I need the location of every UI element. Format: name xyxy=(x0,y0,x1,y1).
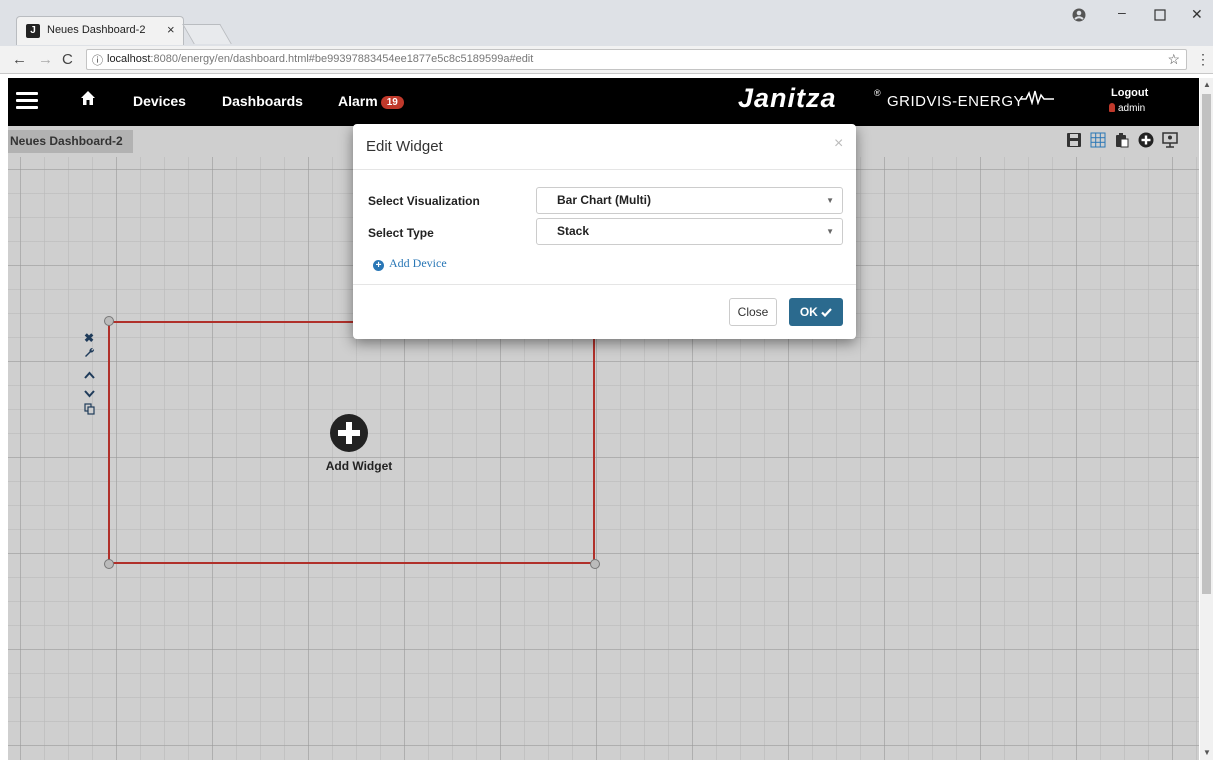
favicon-icon: J xyxy=(26,24,40,38)
add-device-label: Add Device xyxy=(389,256,447,270)
home-icon[interactable] xyxy=(80,90,96,111)
tab-close-icon[interactable]: × xyxy=(167,22,175,37)
browser-tab[interactable]: J Neues Dashboard-2 × xyxy=(16,16,184,45)
checkmark-icon xyxy=(821,308,832,318)
move-up-icon[interactable] xyxy=(84,368,95,382)
minimize-icon[interactable]: – xyxy=(1118,4,1126,20)
page-scrollbar[interactable]: ▲ ▼ xyxy=(1200,78,1213,760)
dashboard-tab[interactable]: Neues Dashboard-2 xyxy=(8,130,133,153)
url-host: localhost xyxy=(107,53,151,65)
save-icon[interactable] xyxy=(1066,132,1082,148)
brand-product-name: GRIDVIS-ENERGY xyxy=(887,93,1025,110)
ok-label: OK xyxy=(799,305,818,319)
visualization-value: Bar Chart (Multi) xyxy=(557,193,651,207)
add-device-link[interactable]: + Add Device xyxy=(373,256,447,271)
visualization-label: Select Visualization xyxy=(368,194,480,208)
scroll-thumb[interactable] xyxy=(1202,94,1211,594)
user-name: admin xyxy=(1118,103,1146,114)
modal-footer: Close OK xyxy=(353,284,856,339)
presentation-icon[interactable] xyxy=(1162,132,1178,148)
copy-widget-icon[interactable] xyxy=(84,403,95,418)
nav-devices[interactable]: Devices xyxy=(133,93,186,109)
pulse-icon xyxy=(1020,90,1054,105)
plus-circle-icon: + xyxy=(373,260,384,271)
close-button[interactable]: Close xyxy=(729,298,777,326)
url-input[interactable]: ⓘ localhost:8080/energy/en/dashboard.htm… xyxy=(86,49,1187,70)
nav-alarm-label: Alarm xyxy=(338,93,378,109)
visualization-select[interactable]: Bar Chart (Multi) ▼ xyxy=(536,187,843,214)
chevron-down-icon: ▼ xyxy=(826,196,834,205)
url-path: :8080/energy/en/dashboard.html#be9939788… xyxy=(150,53,534,65)
tab-title: Neues Dashboard-2 xyxy=(47,24,146,36)
resize-handle-bottom-right[interactable] xyxy=(590,559,600,569)
new-tab-button[interactable] xyxy=(182,24,232,44)
url-text: localhost:8080/energy/en/dashboard.html#… xyxy=(107,53,533,65)
add-widget-label[interactable]: Add Widget xyxy=(305,459,413,473)
account-icon[interactable] xyxy=(1072,8,1086,25)
type-label: Select Type xyxy=(368,226,434,240)
modal-title: Edit Widget xyxy=(366,138,443,155)
logout-link[interactable]: Logout xyxy=(1111,87,1148,99)
browser-titlebar: J Neues Dashboard-2 × – ✕ xyxy=(0,0,1213,46)
wrench-icon[interactable] xyxy=(84,347,95,361)
chevron-down-icon: ▼ xyxy=(826,227,834,236)
back-arrow-icon[interactable]: ← xyxy=(12,51,27,68)
window-close-icon[interactable]: ✕ xyxy=(1191,6,1203,23)
reload-icon[interactable]: C xyxy=(62,51,73,68)
modal-close-icon[interactable]: × xyxy=(834,135,843,153)
clipboard-icon[interactable] xyxy=(1114,132,1130,148)
address-bar-row: ← → C ⓘ localhost:8080/energy/en/dashboa… xyxy=(0,46,1213,74)
scroll-up-icon[interactable]: ▲ xyxy=(1203,80,1211,89)
forward-arrow-icon[interactable]: → xyxy=(38,51,53,68)
remove-widget-icon[interactable]: ✖ xyxy=(84,331,94,345)
scroll-down-icon[interactable]: ▼ xyxy=(1203,748,1211,757)
move-down-icon[interactable] xyxy=(84,387,95,401)
resize-handle-top-left[interactable] xyxy=(104,316,114,326)
brand-logo: Janitza xyxy=(738,83,837,113)
alarm-count-badge: 19 xyxy=(380,96,404,109)
star-icon[interactable]: ☆ xyxy=(1167,51,1180,68)
resize-handle-bottom-left[interactable] xyxy=(104,559,114,569)
edit-widget-modal: Edit Widget × Select Visualization Bar C… xyxy=(353,124,856,339)
ok-button[interactable]: OK xyxy=(789,298,843,326)
info-icon[interactable]: ⓘ xyxy=(92,52,103,68)
grid-icon[interactable] xyxy=(1090,132,1106,148)
add-widget-icon[interactable] xyxy=(330,414,368,452)
maximize-icon[interactable] xyxy=(1154,8,1166,24)
user-info: admin xyxy=(1109,103,1145,114)
app-navbar: Devices Dashboards Alarm 19 Janitza ® GRI… xyxy=(8,78,1199,126)
menu-kebab-icon[interactable]: ⋮ xyxy=(1196,51,1210,68)
brand-registered-mark: ® xyxy=(874,88,881,98)
modal-header: Edit Widget × xyxy=(353,124,856,170)
nav-dashboards[interactable]: Dashboards xyxy=(222,93,303,109)
nav-alarm[interactable]: Alarm 19 xyxy=(338,93,404,109)
add-circle-icon[interactable] xyxy=(1138,132,1154,148)
hamburger-menu-icon[interactable] xyxy=(16,92,38,110)
type-select[interactable]: Stack ▼ xyxy=(536,218,843,245)
user-icon xyxy=(1109,103,1115,112)
type-value: Stack xyxy=(557,224,590,238)
